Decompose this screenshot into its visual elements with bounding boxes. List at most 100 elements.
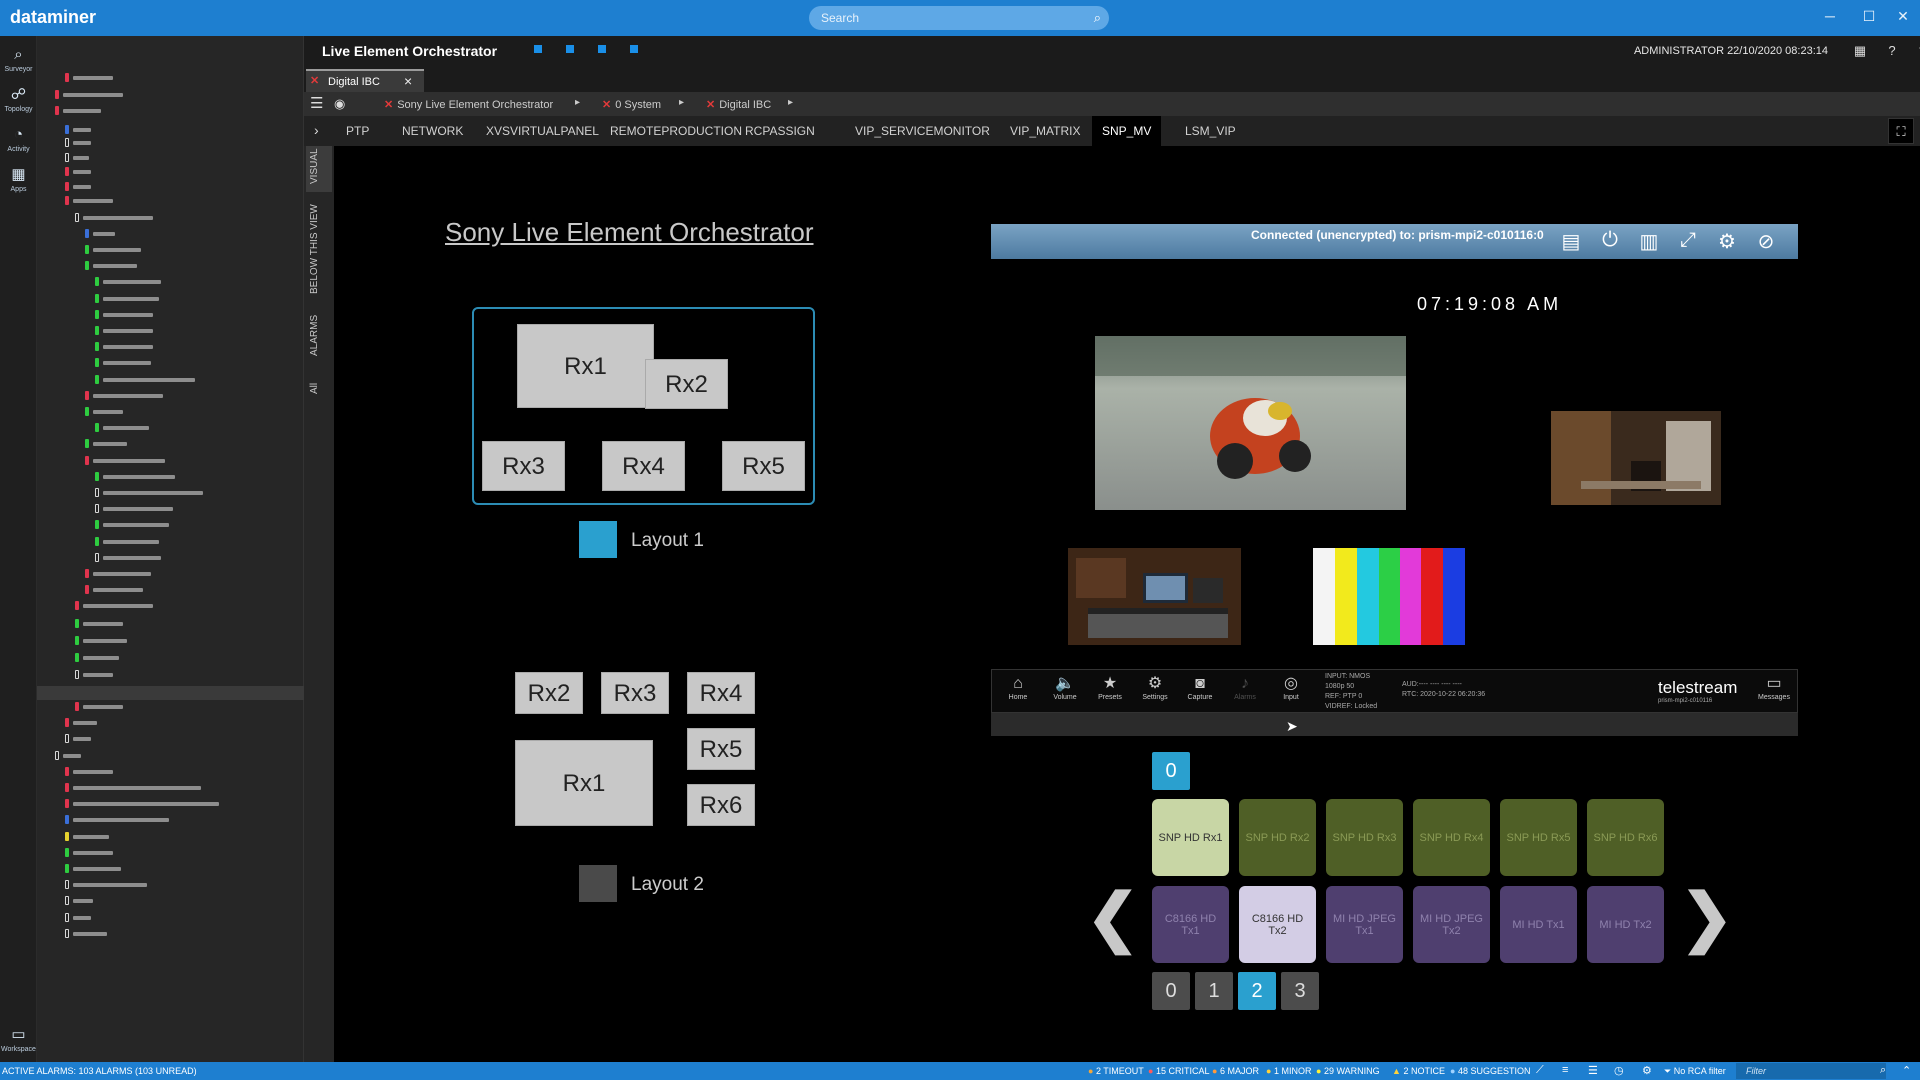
chevron-right-icon[interactable]: ▸	[788, 97, 793, 108]
header-dot[interactable]	[630, 45, 638, 53]
rail-surveyor[interactable]: ⌕ Surveyor	[0, 42, 37, 80]
status-critical[interactable]: ● 15 CRITICAL	[1148, 1066, 1209, 1076]
status-minor[interactable]: ● 1 MINOR	[1266, 1066, 1311, 1076]
video-tile-color-bars[interactable]	[1313, 548, 1465, 645]
sort-icon[interactable]: ☰	[1588, 1064, 1598, 1077]
page-3-button[interactable]: 3	[1281, 972, 1319, 1010]
status-major[interactable]: ● 6 MAJOR	[1212, 1066, 1259, 1076]
layout-2-tile[interactable]: Rx4	[687, 672, 755, 714]
layout-2-tile[interactable]: Rx2	[515, 672, 583, 714]
minimize-icon[interactable]: ─	[1820, 8, 1840, 24]
tab-ptp[interactable]: PTP	[336, 116, 379, 146]
layout-1-label[interactable]: Layout 1	[631, 530, 704, 552]
vtab-alarms[interactable]: ALARMS	[309, 315, 320, 356]
source-button-snp-hd-rx6[interactable]: SNP HD Rx6	[1587, 799, 1664, 876]
rail-workspace[interactable]: ▭ Workspace	[0, 1022, 37, 1060]
vtab-all[interactable]: All	[309, 383, 320, 394]
source-button-mi-hd-jpeg-tx1[interactable]: MI HD JPEG Tx1	[1326, 886, 1403, 963]
home-button[interactable]: ⌂ Home	[1000, 674, 1036, 701]
presets-button[interactable]: ★ Presets	[1092, 674, 1128, 701]
rca-filter[interactable]: ⏷ No RCA filter	[1664, 1066, 1726, 1077]
source-button-snp-hd-rx5[interactable]: SNP HD Rx5	[1500, 799, 1577, 876]
source-button-mi-hd-tx2[interactable]: MI HD Tx2	[1587, 886, 1664, 963]
messages-button[interactable]: ▭ Messages	[1756, 674, 1792, 701]
tree-selected-row[interactable]	[37, 686, 304, 700]
page-0-top-button[interactable]: 0	[1152, 752, 1190, 790]
chevron-right-icon[interactable]: ▸	[679, 97, 684, 108]
header-dot[interactable]	[598, 45, 606, 53]
grid-icon[interactable]: ▦	[1852, 43, 1868, 59]
tab-digital-ibc[interactable]: ✕ Digital IBC ×	[306, 69, 424, 92]
search-icon[interactable]: ⌕	[1880, 1064, 1886, 1077]
source-button-snp-hd-rx1[interactable]: SNP HD Rx1	[1152, 799, 1229, 876]
input-button[interactable]: ◎ Input	[1273, 674, 1309, 701]
expand-icon[interactable]: ›	[314, 122, 319, 138]
breadcrumb-item[interactable]: ✕ Sony Live Element Orchestrator	[384, 98, 553, 111]
alarms-button[interactable]: ♪ Alarms	[1227, 674, 1263, 701]
active-alarms[interactable]: ACTIVE ALARMS: 103 ALARMS (103 UNREAD)	[2, 1066, 197, 1076]
previous-arrow-icon[interactable]: ❮	[1086, 880, 1140, 955]
vtab-visual[interactable]: VISUAL	[309, 148, 320, 184]
capture-button[interactable]: ◙ Capture	[1182, 674, 1218, 701]
sort-icon[interactable]: ⇅	[1916, 43, 1920, 59]
search-icon[interactable]: ⌕	[1094, 6, 1101, 30]
layout-2-swatch[interactable]	[579, 865, 617, 902]
next-arrow-icon[interactable]: ❯	[1680, 880, 1734, 955]
tab-remoteproduction[interactable]: REMOTEPRODUCTION	[600, 116, 752, 146]
vtab-below-this-view[interactable]: BELOW THIS VIEW	[309, 204, 320, 294]
gear-icon[interactable]: ⚙	[1714, 229, 1740, 254]
visual-title[interactable]: Sony Live Element Orchestrator	[445, 217, 814, 248]
status-suggestion[interactable]: ● 48 SUGGESTION	[1450, 1066, 1530, 1076]
video-tile-motorcycle[interactable]	[1095, 336, 1406, 510]
source-button-snp-hd-rx3[interactable]: SNP HD Rx3	[1326, 799, 1403, 876]
source-button-mi-hd-jpeg-tx2[interactable]: MI HD JPEG Tx2	[1413, 886, 1490, 963]
source-button-c8166-hd-tx2[interactable]: C8166 HD Tx2	[1239, 886, 1316, 963]
rail-topology[interactable]: ☍ Topology	[0, 82, 37, 120]
breadcrumb-item[interactable]: ✕ 0 System	[602, 98, 661, 111]
layout-1-preview[interactable]: Rx1 Rx2 Rx3 Rx4 Rx5	[472, 307, 815, 505]
tab-vip-matrix[interactable]: VIP_MATRIX	[1000, 116, 1090, 146]
search-input[interactable]: Search ⌕	[809, 6, 1109, 30]
rail-activity[interactable]: ◔ Activity	[0, 122, 37, 160]
page-0-button[interactable]: 0	[1152, 972, 1190, 1010]
tab-vip-servicemonitor[interactable]: VIP_SERVICEMONITOR	[845, 116, 1000, 146]
chart-icon[interactable]: ⟋	[1536, 1064, 1544, 1077]
list-icon[interactable]: ≡	[1562, 1064, 1568, 1076]
maximize-icon[interactable]: ☐	[1859, 8, 1879, 25]
chevron-right-icon[interactable]: ▸	[575, 97, 580, 108]
settings-button[interactable]: ⚙ Settings	[1137, 674, 1173, 701]
tab-xvsvirtualpanel[interactable]: XVSVIRTUALPANEL	[476, 116, 609, 146]
layout-2-tile[interactable]: Rx6	[687, 784, 755, 826]
fullscreen-icon[interactable]: ⤢	[1675, 229, 1701, 252]
header-dot[interactable]	[534, 45, 542, 53]
header-dot[interactable]	[566, 45, 574, 53]
page-2-button[interactable]: 2	[1238, 972, 1276, 1010]
back-icon[interactable]: ◉	[334, 96, 345, 112]
page-1-button[interactable]: 1	[1195, 972, 1233, 1010]
rail-apps[interactable]: ▦ Apps	[0, 162, 37, 200]
close-tab-icon[interactable]: ×	[404, 73, 412, 89]
source-button-snp-hd-rx2[interactable]: SNP HD Rx2	[1239, 799, 1316, 876]
layout-2-tile[interactable]: Rx3	[601, 672, 669, 714]
layout-2-tile[interactable]: Rx1	[515, 740, 653, 826]
power-icon[interactable]: ⏻	[1597, 229, 1623, 252]
source-button-c8166-hd-tx1[interactable]: C8166 HD Tx1	[1152, 886, 1229, 963]
layout-2-tile[interactable]: Rx5	[687, 728, 755, 770]
close-window-icon[interactable]: ✕	[1893, 8, 1913, 25]
settings-icon[interactable]: ⚙	[1642, 1064, 1652, 1077]
help-icon[interactable]: ?	[1884, 43, 1900, 58]
source-button-mi-hd-tx1[interactable]: MI HD Tx1	[1500, 886, 1577, 963]
volume-button[interactable]: 🔈 Volume	[1047, 674, 1083, 701]
breadcrumb-item[interactable]: ✕ Digital IBC	[706, 98, 771, 111]
layout-2-label[interactable]: Layout 2	[631, 874, 704, 896]
fullscreen-icon[interactable]: ⛶	[1888, 118, 1914, 144]
tab-snp-mv[interactable]: SNP_MV	[1092, 116, 1162, 146]
tab-lsm-vip[interactable]: LSM_VIP	[1175, 116, 1246, 146]
status-timeout[interactable]: ● 2 TIMEOUT	[1088, 1066, 1144, 1076]
source-button-snp-hd-rx4[interactable]: SNP HD Rx4	[1413, 799, 1490, 876]
layout-icon[interactable]: ▤	[1558, 229, 1584, 254]
tab-network[interactable]: NETWORK	[392, 116, 473, 146]
filter-input[interactable]: Filter	[1736, 1063, 1886, 1079]
chevron-up-icon[interactable]: ⌃	[1902, 1064, 1911, 1077]
no-edit-icon[interactable]: ⊘	[1753, 229, 1779, 254]
